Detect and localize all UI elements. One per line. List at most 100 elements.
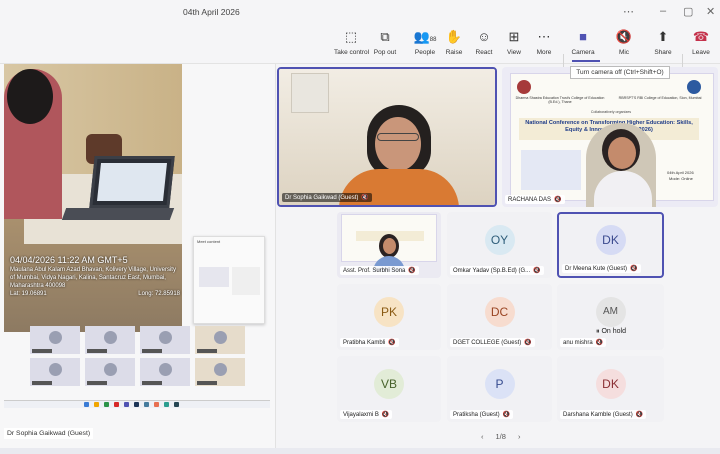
meeting-toolbar: ⬚ Take control ⧉ Pop out 👥88 People ✋ Ra… bbox=[0, 24, 720, 78]
camera-active-indicator bbox=[572, 60, 600, 62]
slide-collab: Collaboratively organizes bbox=[590, 110, 632, 114]
view-icon: ⊞ bbox=[508, 29, 520, 44]
mini-label bbox=[197, 381, 217, 385]
laptop-screen bbox=[97, 163, 167, 201]
participant-video-tile[interactable]: Asst. Prof. Surbhi Sona 🔇 bbox=[337, 212, 441, 278]
more-options-icon[interactable]: ⋯ bbox=[623, 5, 634, 18]
share-icon: ⬆ bbox=[657, 29, 669, 44]
person-face bbox=[383, 238, 396, 254]
popup-content bbox=[199, 267, 229, 287]
mini-label bbox=[32, 381, 52, 385]
mic-muted-icon: 🔇 bbox=[533, 268, 541, 274]
raise-hand-button[interactable]: ✋ Raise bbox=[437, 29, 471, 56]
mini-avatar bbox=[214, 331, 227, 344]
mic-muted-icon: 🔇 bbox=[381, 412, 390, 418]
classroom-photo: 04/04/2026 11:22 AM GMT+5 Maulana Abul K… bbox=[4, 64, 182, 332]
gallery-pager: ‹ 1/8 › bbox=[475, 432, 526, 441]
person-face bbox=[375, 117, 421, 171]
avatar: DK bbox=[595, 225, 626, 255]
mini-avatar bbox=[49, 363, 62, 376]
mic-button[interactable]: 🔇 Mic bbox=[607, 29, 641, 56]
avatar: DC bbox=[484, 297, 515, 327]
participant-name: Asst. Prof. Surbhi Sona bbox=[343, 268, 406, 274]
leave-label: Leave bbox=[692, 49, 710, 56]
mini-label bbox=[87, 381, 107, 385]
taskbar-app-icon bbox=[94, 402, 99, 407]
slide-mode: Mode: Online bbox=[669, 176, 693, 181]
geotag-address: Maulana Abul Kalam Azad Bhavan, Kolivery… bbox=[10, 267, 176, 289]
react-button[interactable]: ☺ React bbox=[467, 29, 501, 56]
view-label: View bbox=[507, 49, 521, 56]
maximize-icon[interactable]: ▢ bbox=[683, 5, 693, 18]
mic-muted-icon: 🔇 bbox=[630, 266, 638, 272]
take-control-button[interactable]: ⬚ Take control bbox=[334, 29, 369, 56]
react-icon: ☺ bbox=[477, 29, 491, 44]
participant-name: Pratiksha (Guest) bbox=[453, 412, 500, 418]
participant-tile[interactable]: PK Pratibha Kambli 🔇 bbox=[337, 284, 441, 350]
participant-name-tag: Darshana Kamble (Guest) 🔇 bbox=[560, 410, 647, 419]
mic-muted-icon: 🔇 bbox=[502, 412, 511, 418]
pop-out-label: Pop out bbox=[373, 49, 397, 56]
leave-button[interactable]: ☎ Leave bbox=[684, 29, 718, 56]
taskbar-app-icon bbox=[174, 402, 179, 407]
meeting-window: 04th April 2026 ⋯ – ▢ ✕ ⬚ Take control ⧉… bbox=[0, 0, 720, 454]
participant-tile[interactable]: DC DGET COLLEGE (Guest) 🔇 bbox=[447, 284, 552, 350]
geotag-long: Long: 72.85918 bbox=[138, 291, 180, 297]
mini-tile bbox=[85, 326, 135, 354]
slide-date: 04th April 2026 bbox=[667, 170, 694, 175]
popup-content bbox=[232, 267, 260, 295]
mini-avatar bbox=[159, 331, 172, 344]
close-icon[interactable]: ✕ bbox=[706, 5, 715, 18]
mini-tile bbox=[30, 358, 80, 386]
participant-tile[interactable]: DK Darshana Kamble (Guest) 🔇 bbox=[557, 356, 664, 422]
participant-name: Darshana Kamble (Guest) bbox=[563, 412, 633, 418]
avatar: OY bbox=[484, 225, 515, 255]
shared-popup-window: Meet content bbox=[193, 236, 265, 324]
participant-name-tag: Asst. Prof. Surbhi Sona 🔇 bbox=[340, 266, 419, 275]
avatar: VB bbox=[374, 369, 404, 399]
participant-video-tile[interactable]: Dr Sophia Gaikwad (Guest) 🔇 bbox=[277, 67, 497, 207]
participant-tile[interactable]: AM anu mishra 🔇 bbox=[557, 284, 664, 350]
share-label: Share bbox=[654, 49, 672, 56]
participant-tile[interactable]: DK Dr Meena Kute (Guest) 🔇 bbox=[557, 212, 664, 278]
person-face bbox=[608, 137, 636, 169]
mini-tile bbox=[195, 326, 245, 354]
participant-tile[interactable]: VB Vijayalaxmi B 🔇 bbox=[337, 356, 441, 422]
participant-name-tag: Pratiksha (Guest) 🔇 bbox=[450, 410, 514, 419]
pop-out-button[interactable]: ⧉ Pop out bbox=[368, 29, 402, 56]
raise-label: Raise bbox=[445, 49, 463, 56]
participant-tile[interactable]: OY Omkar Yadav (Sp.B.Ed) (G... 🔇 bbox=[447, 212, 552, 278]
slide-org2: RBRSPT'S RBI College of Education, Sion,… bbox=[618, 96, 702, 100]
on-hold-label: On hold bbox=[601, 328, 626, 335]
participant-tile[interactable]: P Pratiksha (Guest) 🔇 bbox=[447, 356, 552, 422]
mini-tile bbox=[140, 358, 190, 386]
mini-label bbox=[32, 349, 52, 353]
participant-video-tile[interactable]: Dharma Shastra Education Trust's College… bbox=[502, 67, 718, 207]
taskbar-app-icon bbox=[154, 402, 159, 407]
taskbar-app-icon bbox=[144, 402, 149, 407]
camera-label: Camera bbox=[571, 49, 595, 56]
mini-label bbox=[142, 349, 162, 353]
avatar: DK bbox=[595, 369, 626, 399]
college-logo bbox=[517, 80, 531, 94]
wall-calendar bbox=[291, 73, 329, 113]
laptop bbox=[89, 156, 175, 208]
camera-button[interactable]: ■ Camera bbox=[566, 29, 600, 56]
participant-name: Vijayalaxmi B bbox=[343, 412, 379, 418]
share-button[interactable]: ⬆ Share bbox=[646, 29, 680, 56]
next-page-button[interactable]: › bbox=[518, 432, 521, 441]
mic-muted-icon: 🔇 bbox=[635, 412, 644, 418]
view-button[interactable]: ⊞ View bbox=[497, 29, 531, 56]
camera-tooltip: Turn camera off (Ctrl+Shift+O) bbox=[570, 66, 670, 79]
previous-page-button[interactable]: ‹ bbox=[481, 432, 484, 441]
minimize-icon[interactable]: – bbox=[660, 5, 666, 17]
more-icon: ⋯ bbox=[537, 29, 551, 44]
taskbar-app-icon bbox=[84, 402, 89, 407]
mic-muted-icon: 🔇 bbox=[388, 340, 396, 346]
mini-label bbox=[87, 349, 107, 353]
mini-avatar bbox=[214, 363, 227, 376]
avatar: AM bbox=[595, 297, 626, 327]
mic-muted-icon: 🔇 bbox=[615, 29, 633, 44]
more-button[interactable]: ⋯ More bbox=[527, 29, 561, 56]
mic-muted-icon: 🔇 bbox=[554, 197, 562, 203]
